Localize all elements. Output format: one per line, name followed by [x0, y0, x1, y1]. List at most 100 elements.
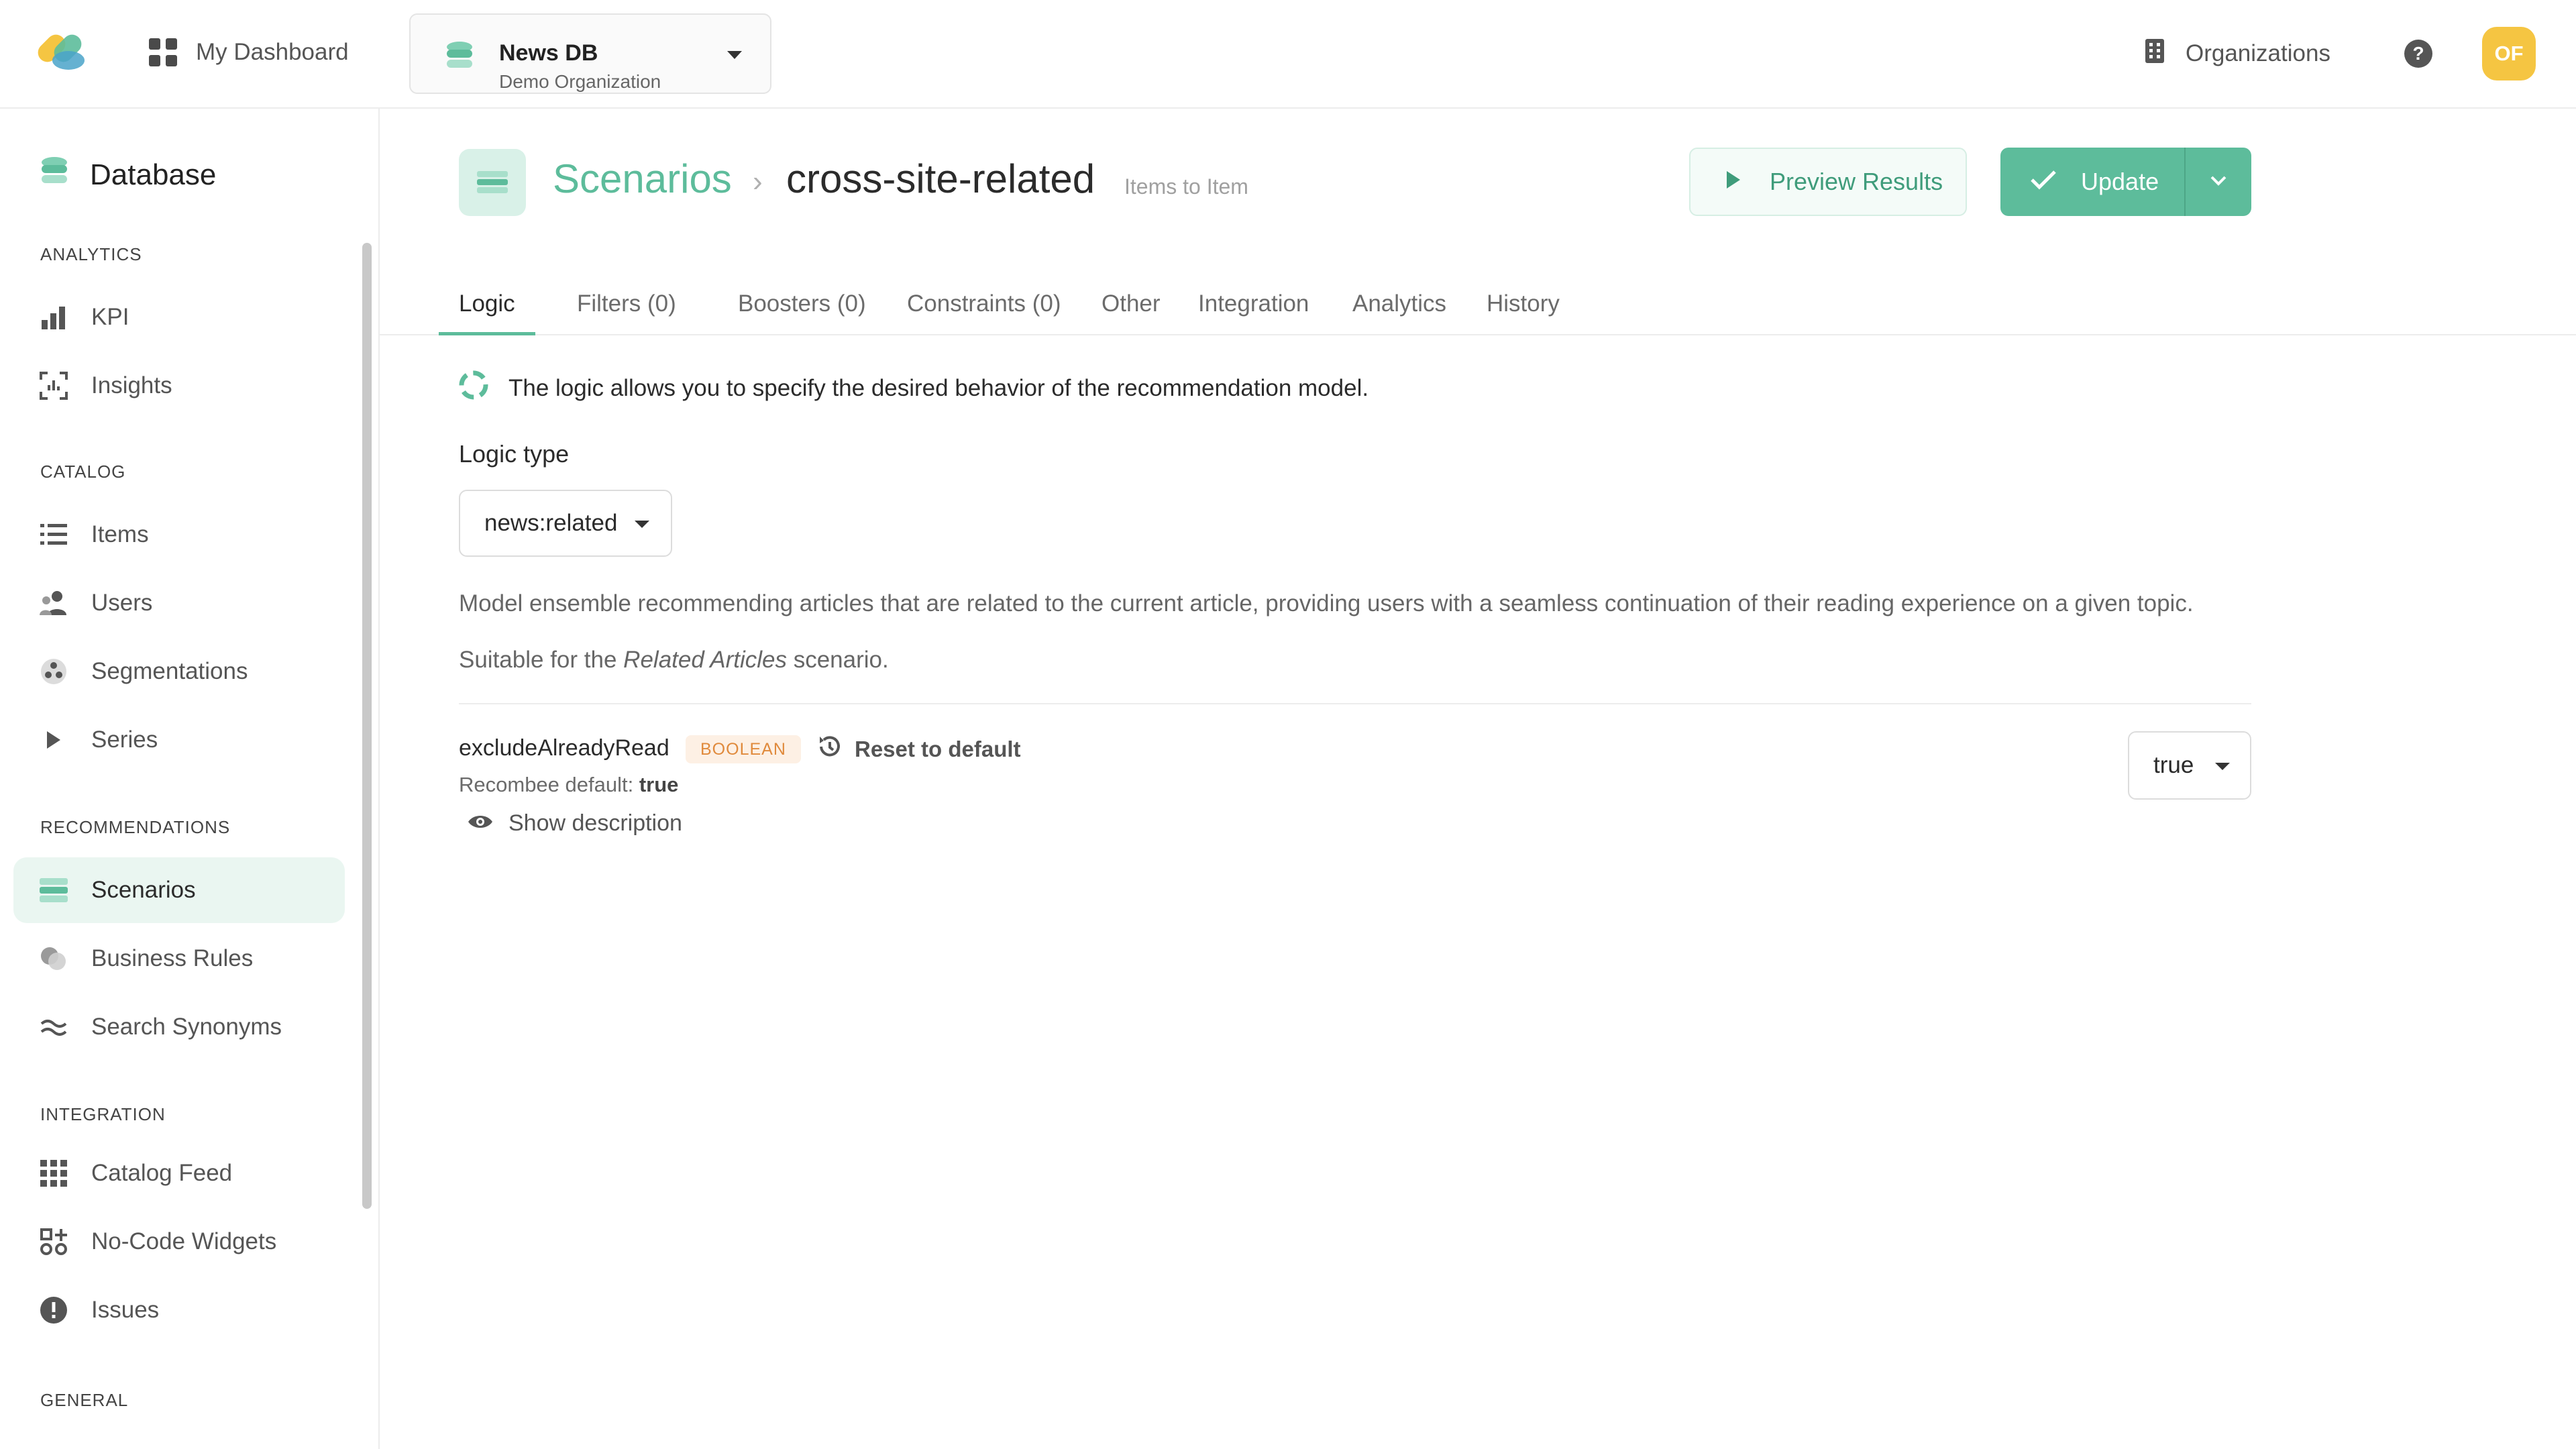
sidebar-item-label: Segmentations: [91, 658, 248, 684]
parameter-value: true: [2153, 752, 2194, 778]
sidebar-item-label: Catalog Feed: [91, 1160, 233, 1186]
update-options-button[interactable]: [2186, 148, 2251, 216]
organization-name: Demo Organization: [499, 71, 661, 92]
play-icon: [39, 725, 68, 755]
database-selector[interactable]: News DB Demo Organization: [409, 13, 771, 94]
tab-filters[interactable]: Filters (0): [557, 274, 696, 335]
preview-results-label: Preview Results: [1770, 168, 1943, 195]
sidebar-item-business-rules[interactable]: Business Rules: [13, 926, 345, 991]
organizations-link[interactable]: Organizations: [2144, 34, 2330, 74]
sidebar-item-label: Search Synonyms: [91, 1014, 282, 1040]
main-content: Scenarios › cross-site-related Items to …: [380, 109, 2576, 1449]
sidebar-item-label: Business Rules: [91, 945, 254, 971]
lifebuoy-icon: [459, 370, 488, 406]
suitable-scenario: Related Articles: [623, 647, 787, 673]
sidebar-item-items[interactable]: Items: [13, 502, 345, 568]
sidebar-item-series[interactable]: Series: [13, 707, 345, 773]
logic-type-value: news:related: [484, 510, 618, 536]
tab-constraints[interactable]: Constraints (0): [887, 274, 1081, 335]
sidebar-item-kpi[interactable]: KPI: [13, 284, 345, 350]
sidebar-item-users[interactable]: Users: [13, 570, 345, 636]
tab-history[interactable]: History: [1466, 274, 1580, 335]
sidebar-item-label: KPI: [91, 304, 129, 330]
default-value: true: [639, 773, 679, 796]
chevron-down-icon: [727, 51, 742, 59]
sidebar-item-scenarios[interactable]: Scenarios: [13, 857, 345, 923]
sidebar-item-label: Users: [91, 590, 153, 616]
check-icon: [2030, 168, 2057, 196]
parameter-value-select[interactable]: true: [2128, 731, 2251, 800]
eye-icon: [467, 810, 494, 837]
parameter-name: excludeAlreadyRead: [459, 735, 669, 761]
suitable-prefix: Suitable for the: [459, 647, 617, 673]
user-avatar[interactable]: OF: [2482, 27, 2536, 80]
business-rules-icon: [39, 944, 68, 973]
tab-logic[interactable]: Logic: [439, 274, 535, 335]
chevron-down-icon: [2210, 175, 2227, 189]
update-label: Update: [2081, 168, 2159, 195]
caret-down-icon: [635, 521, 649, 528]
sidebar-item-catalog-feed[interactable]: Catalog Feed: [13, 1140, 345, 1206]
sidebar-item-label: Scenarios: [91, 877, 196, 903]
suitable-suffix: scenario.: [793, 647, 889, 673]
breadcrumb-scenarios-link[interactable]: Scenarios: [553, 156, 732, 202]
update-button-group: Update: [2000, 148, 2251, 216]
widgets-icon: [39, 1227, 68, 1256]
building-icon: [2144, 38, 2165, 70]
scenarios-icon: [39, 875, 68, 905]
history-icon: [817, 734, 843, 765]
sidebar-item-label: Series: [91, 727, 158, 753]
insights-icon: [39, 371, 68, 400]
recombee-logo[interactable]: [32, 30, 91, 72]
scenario-icon: [459, 149, 526, 216]
logic-type-label: Logic type: [459, 440, 570, 468]
bar-chart-icon: [39, 303, 68, 332]
tab-integration[interactable]: Integration: [1178, 274, 1329, 335]
tab-bar: Logic Filters (0) Boosters (0) Constrain…: [380, 274, 2576, 335]
sidebar-item-label: Issues: [91, 1297, 160, 1323]
top-bar: My Dashboard News DB Demo Organization O…: [0, 0, 2576, 109]
help-icon[interactable]: ?: [2404, 40, 2432, 68]
grid-icon: [39, 1159, 68, 1188]
section-integration: INTEGRATION: [40, 1104, 166, 1124]
sidebar-title: Database: [39, 156, 216, 194]
caret-down-icon: [2215, 763, 2230, 770]
sidebar-item-insights[interactable]: Insights: [13, 353, 345, 419]
list-icon: [39, 520, 68, 549]
logic-info-text: The logic allows you to specify the desi…: [508, 374, 1369, 401]
reset-label: Reset to default: [855, 737, 1021, 761]
organizations-label: Organizations: [2186, 40, 2330, 66]
logic-suitable-text: Suitable for the Related Articles scenar…: [459, 647, 889, 674]
database-icon: [39, 156, 70, 194]
scenario-type-label: Items to Item: [1124, 174, 1248, 199]
show-description-button[interactable]: Show description: [467, 806, 682, 840]
divider: [459, 703, 2251, 704]
update-button[interactable]: Update: [2000, 148, 2186, 216]
sidebar-item-issues[interactable]: Issues: [13, 1277, 345, 1343]
sidebar-scrollbar[interactable]: [362, 243, 372, 1209]
my-dashboard-label: My Dashboard: [196, 39, 349, 65]
sidebar-title-label: Database: [90, 158, 217, 191]
my-dashboard-link[interactable]: My Dashboard: [149, 32, 349, 72]
section-analytics: ANALYTICS: [40, 244, 142, 264]
show-description-label: Show description: [508, 810, 682, 836]
parameter-default: Recombee default: true: [459, 773, 678, 797]
logic-description: Model ensemble recommending articles tha…: [459, 590, 2194, 616]
sidebar-item-segmentations[interactable]: Segmentations: [13, 639, 345, 704]
preview-results-button[interactable]: Preview Results: [1689, 148, 1967, 216]
parameter-type-badge: BOOLEAN: [686, 735, 801, 763]
reset-to-default-button[interactable]: Reset to default: [817, 733, 1021, 766]
sidebar-item-label: Items: [91, 521, 149, 547]
approx-equal-icon: [39, 1012, 68, 1042]
users-icon: [39, 588, 68, 618]
tab-boosters[interactable]: Boosters (0): [718, 274, 886, 335]
segmentation-icon: [39, 657, 68, 686]
sidebar-item-no-code-widgets[interactable]: No-Code Widgets: [13, 1209, 345, 1275]
tab-analytics[interactable]: Analytics: [1332, 274, 1466, 335]
logic-type-select[interactable]: news:related: [459, 490, 672, 557]
play-icon: [1725, 168, 1741, 196]
dashboard-grid-icon: [149, 38, 177, 66]
sidebar: Database ANALYTICS KPI Insights CATALOG …: [0, 109, 380, 1449]
tab-other[interactable]: Other: [1081, 274, 1181, 335]
sidebar-item-search-synonyms[interactable]: Search Synonyms: [13, 994, 345, 1060]
